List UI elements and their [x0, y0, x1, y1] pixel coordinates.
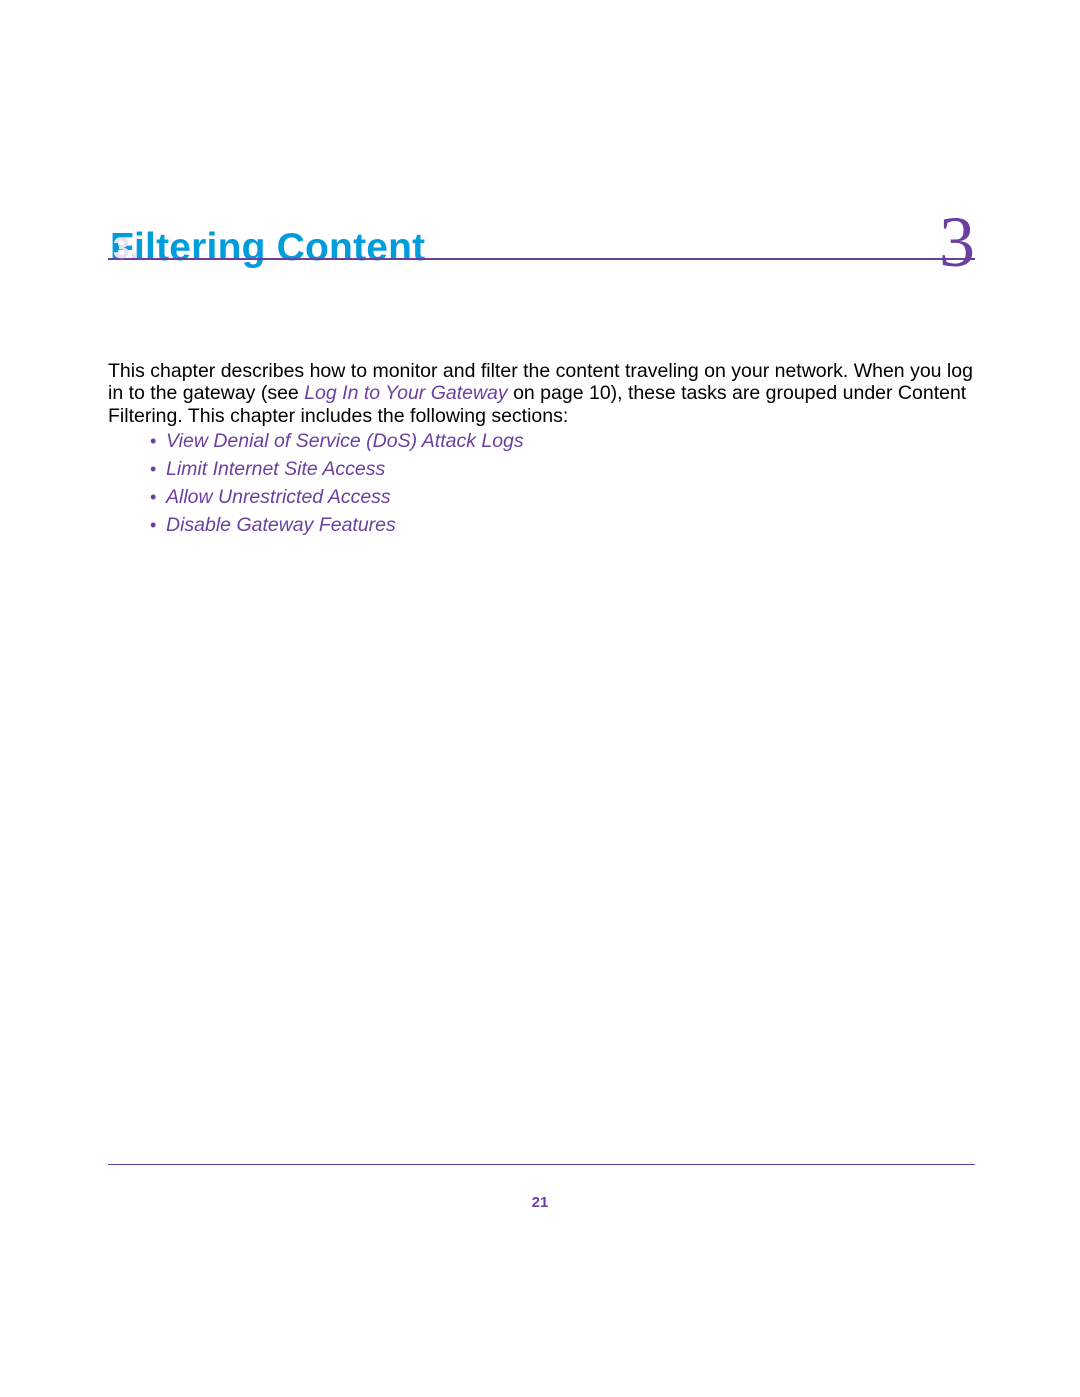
bullet-icon: •	[150, 460, 166, 480]
bullet-icon: •	[150, 488, 166, 508]
bullet-icon: •	[150, 516, 166, 536]
toc-link-allow-unrestricted[interactable]: Allow Unrestricted Access	[166, 486, 391, 509]
bullet-icon: •	[150, 432, 166, 452]
toc-link-dos-logs[interactable]: View Denial of Service (DoS) Attack Logs	[166, 430, 524, 453]
title-divider	[108, 258, 975, 260]
chapter-header: Filtering Content 3	[110, 200, 975, 272]
list-item: • View Denial of Service (DoS) Attack Lo…	[150, 430, 524, 453]
section-toc: • View Denial of Service (DoS) Attack Lo…	[150, 430, 524, 542]
list-item: • Allow Unrestricted Access	[150, 486, 524, 509]
chapter-title: Filtering Content	[110, 226, 425, 270]
toc-link-disable-features[interactable]: Disable Gateway Features	[166, 514, 396, 537]
footer-divider	[108, 1164, 975, 1165]
intro-paragraph: This chapter describes how to monitor an…	[108, 360, 977, 427]
list-item: • Disable Gateway Features	[150, 514, 524, 537]
document-page: 3. Filtering Content 3 This chapter desc…	[0, 0, 1080, 1397]
login-link[interactable]: Log In to Your Gateway	[304, 382, 507, 404]
page-number: 21	[0, 1194, 1080, 1211]
toc-link-limit-access[interactable]: Limit Internet Site Access	[166, 458, 385, 481]
list-item: • Limit Internet Site Access	[150, 458, 524, 481]
chapter-number: 3	[939, 206, 975, 278]
